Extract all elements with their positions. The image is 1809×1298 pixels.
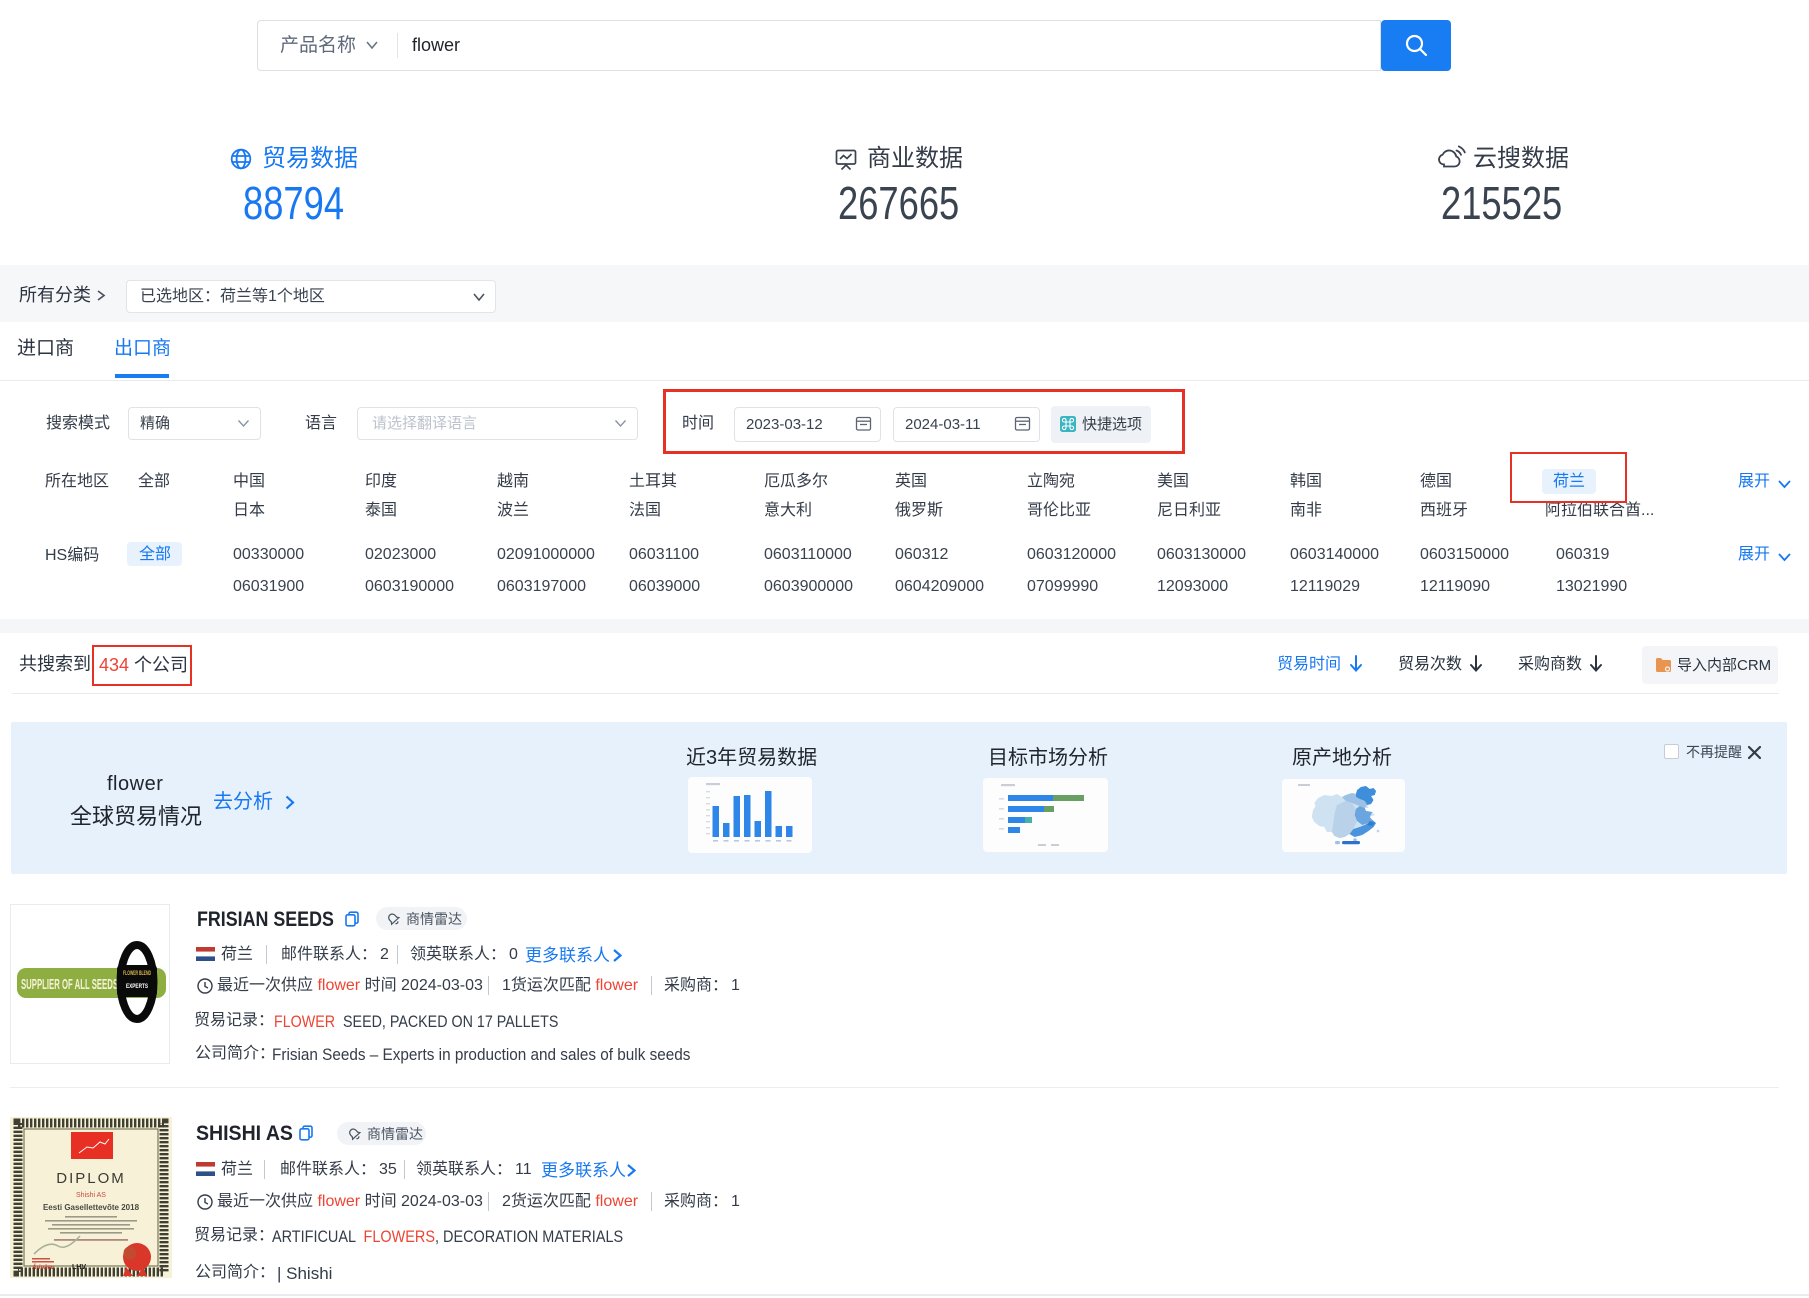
svg-text:EXPERTS: EXPERTS	[126, 984, 148, 990]
svg-text:Shishi AS: Shishi AS	[76, 1192, 106, 1199]
svg-text:FLOWER BLEND: FLOWER BLEND	[123, 971, 151, 977]
svg-text:SUPPLIER OF ALL SEEDS: SUPPLIER OF ALL SEEDS	[21, 976, 118, 993]
svg-text:Eesti Gasellettevõte 2018: Eesti Gasellettevõte 2018	[43, 1203, 140, 1212]
svg-text:LHV: LHV	[72, 1264, 86, 1271]
svg-text:Äripäev: Äripäev	[31, 1264, 55, 1271]
svg-text:DIPLOM: DIPLOM	[56, 1170, 126, 1187]
